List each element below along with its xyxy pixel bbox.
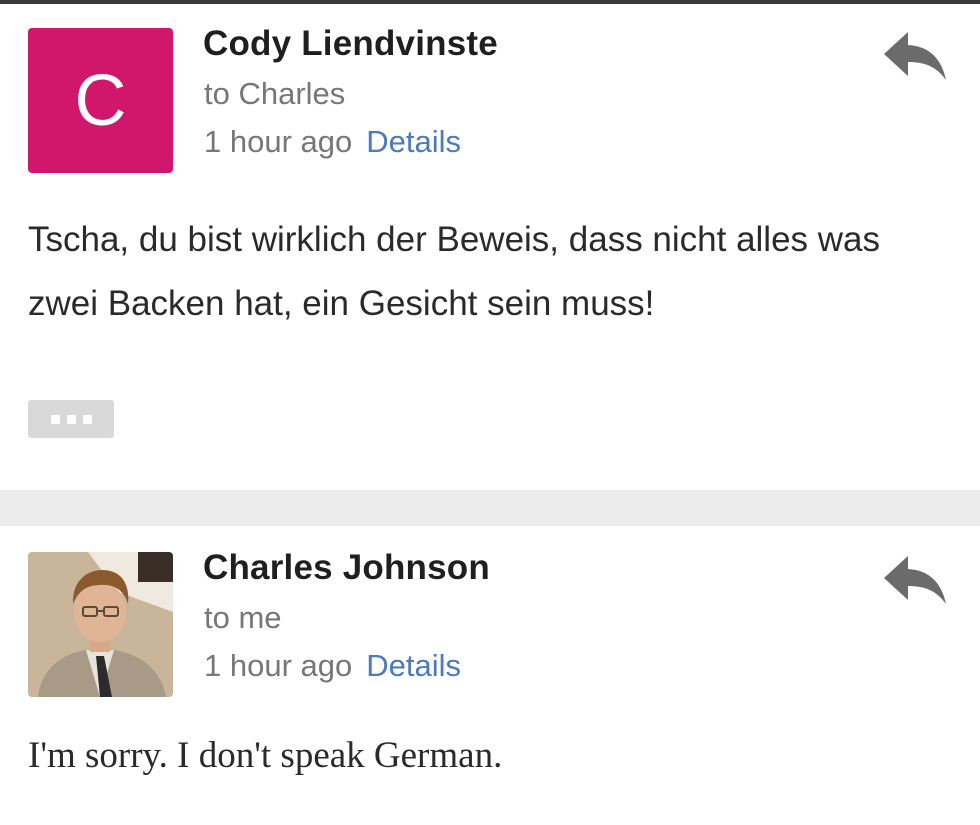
reply-icon: [884, 556, 946, 604]
message-body: Tscha, du bist wirklich der Beweis, dass…: [28, 220, 881, 323]
ellipsis-icon: [50, 414, 60, 424]
recipient-line: to Charles: [204, 76, 346, 111]
recipient-line: to me: [204, 600, 282, 635]
reply-button[interactable]: [880, 552, 950, 608]
ellipsis-icon: [82, 414, 92, 424]
message-body: I'm sorry. I don't speak German.: [28, 735, 503, 776]
message-divider: [0, 490, 980, 526]
message-meta: 1 hour ago Details: [204, 648, 461, 684]
sender-name: Charles Johnson: [203, 548, 490, 587]
message-meta: 1 hour ago Details: [204, 124, 461, 160]
timestamp: 1 hour ago: [204, 124, 353, 159]
details-link[interactable]: Details: [366, 648, 461, 683]
timestamp: 1 hour ago: [204, 648, 353, 683]
profile-photo-icon: [28, 552, 173, 697]
reply-icon: [884, 32, 946, 80]
email-thread: C Cody Liendvinste to Charles 1 hour ago…: [0, 0, 980, 825]
details-link[interactable]: Details: [366, 124, 461, 159]
message-card: C Cody Liendvinste to Charles 1 hour ago…: [0, 4, 980, 490]
avatar[interactable]: [28, 552, 173, 697]
message-card: Charles Johnson to me 1 hour ago Details …: [0, 526, 980, 825]
sender-name: Cody Liendvinste: [203, 24, 498, 63]
reply-button[interactable]: [880, 28, 950, 84]
avatar[interactable]: C: [28, 28, 173, 173]
show-quoted-button[interactable]: [28, 400, 114, 438]
ellipsis-icon: [66, 414, 76, 424]
